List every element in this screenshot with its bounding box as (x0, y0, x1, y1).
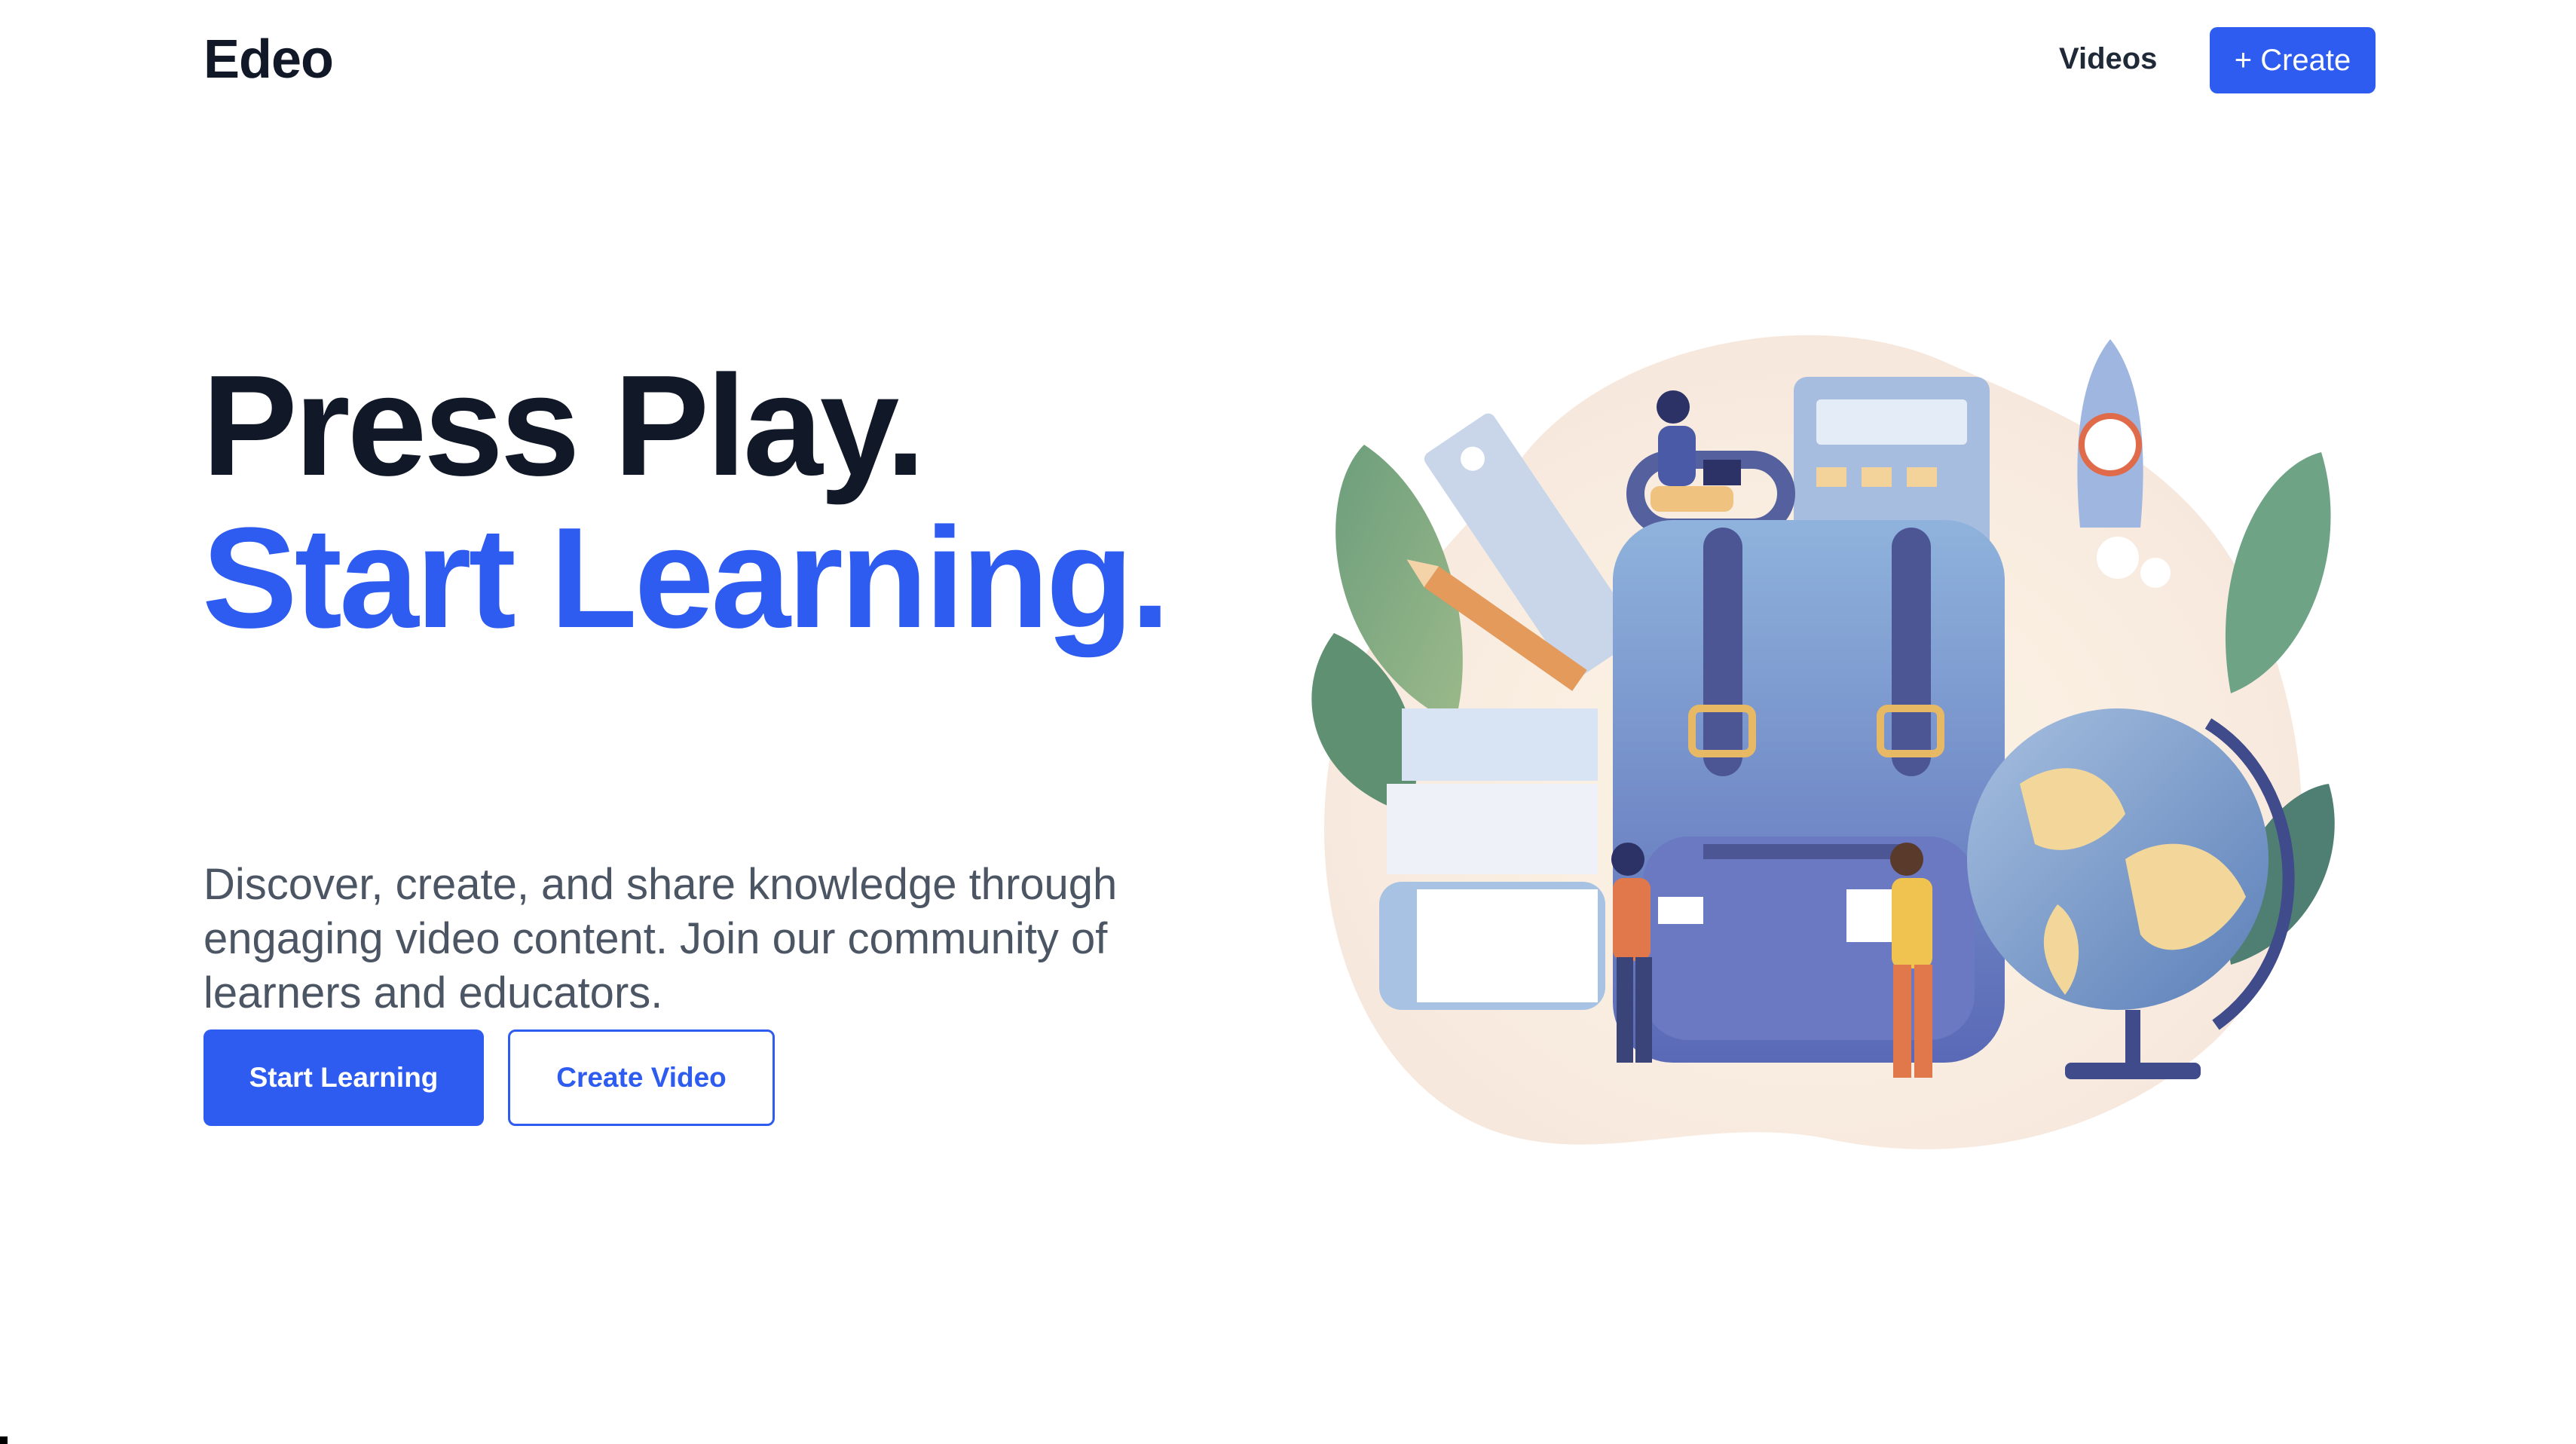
hero-title-line-1: Press Play. (202, 346, 925, 506)
top-nav: Edeo Videos + Create (0, 0, 2576, 121)
books-icon (1379, 708, 1605, 1010)
start-learning-button[interactable]: Start Learning (203, 1029, 484, 1126)
corner-mark (0, 1436, 8, 1444)
create-video-button[interactable]: Create Video (508, 1029, 775, 1126)
brand-logo[interactable]: Edeo (203, 29, 334, 90)
create-button[interactable]: + Create (2210, 27, 2376, 93)
backpack-icon (1613, 451, 2005, 1063)
landing-page: Edeo Videos + Create Press Play. Start L… (0, 0, 2576, 1444)
hero-illustration (1311, 335, 2335, 1149)
nav-link-videos[interactable]: Videos (2059, 42, 2157, 76)
hero-title-line-2: Start Learning. (202, 498, 1170, 658)
hero-description: Discover, create, and share knowledge th… (203, 860, 1118, 1017)
